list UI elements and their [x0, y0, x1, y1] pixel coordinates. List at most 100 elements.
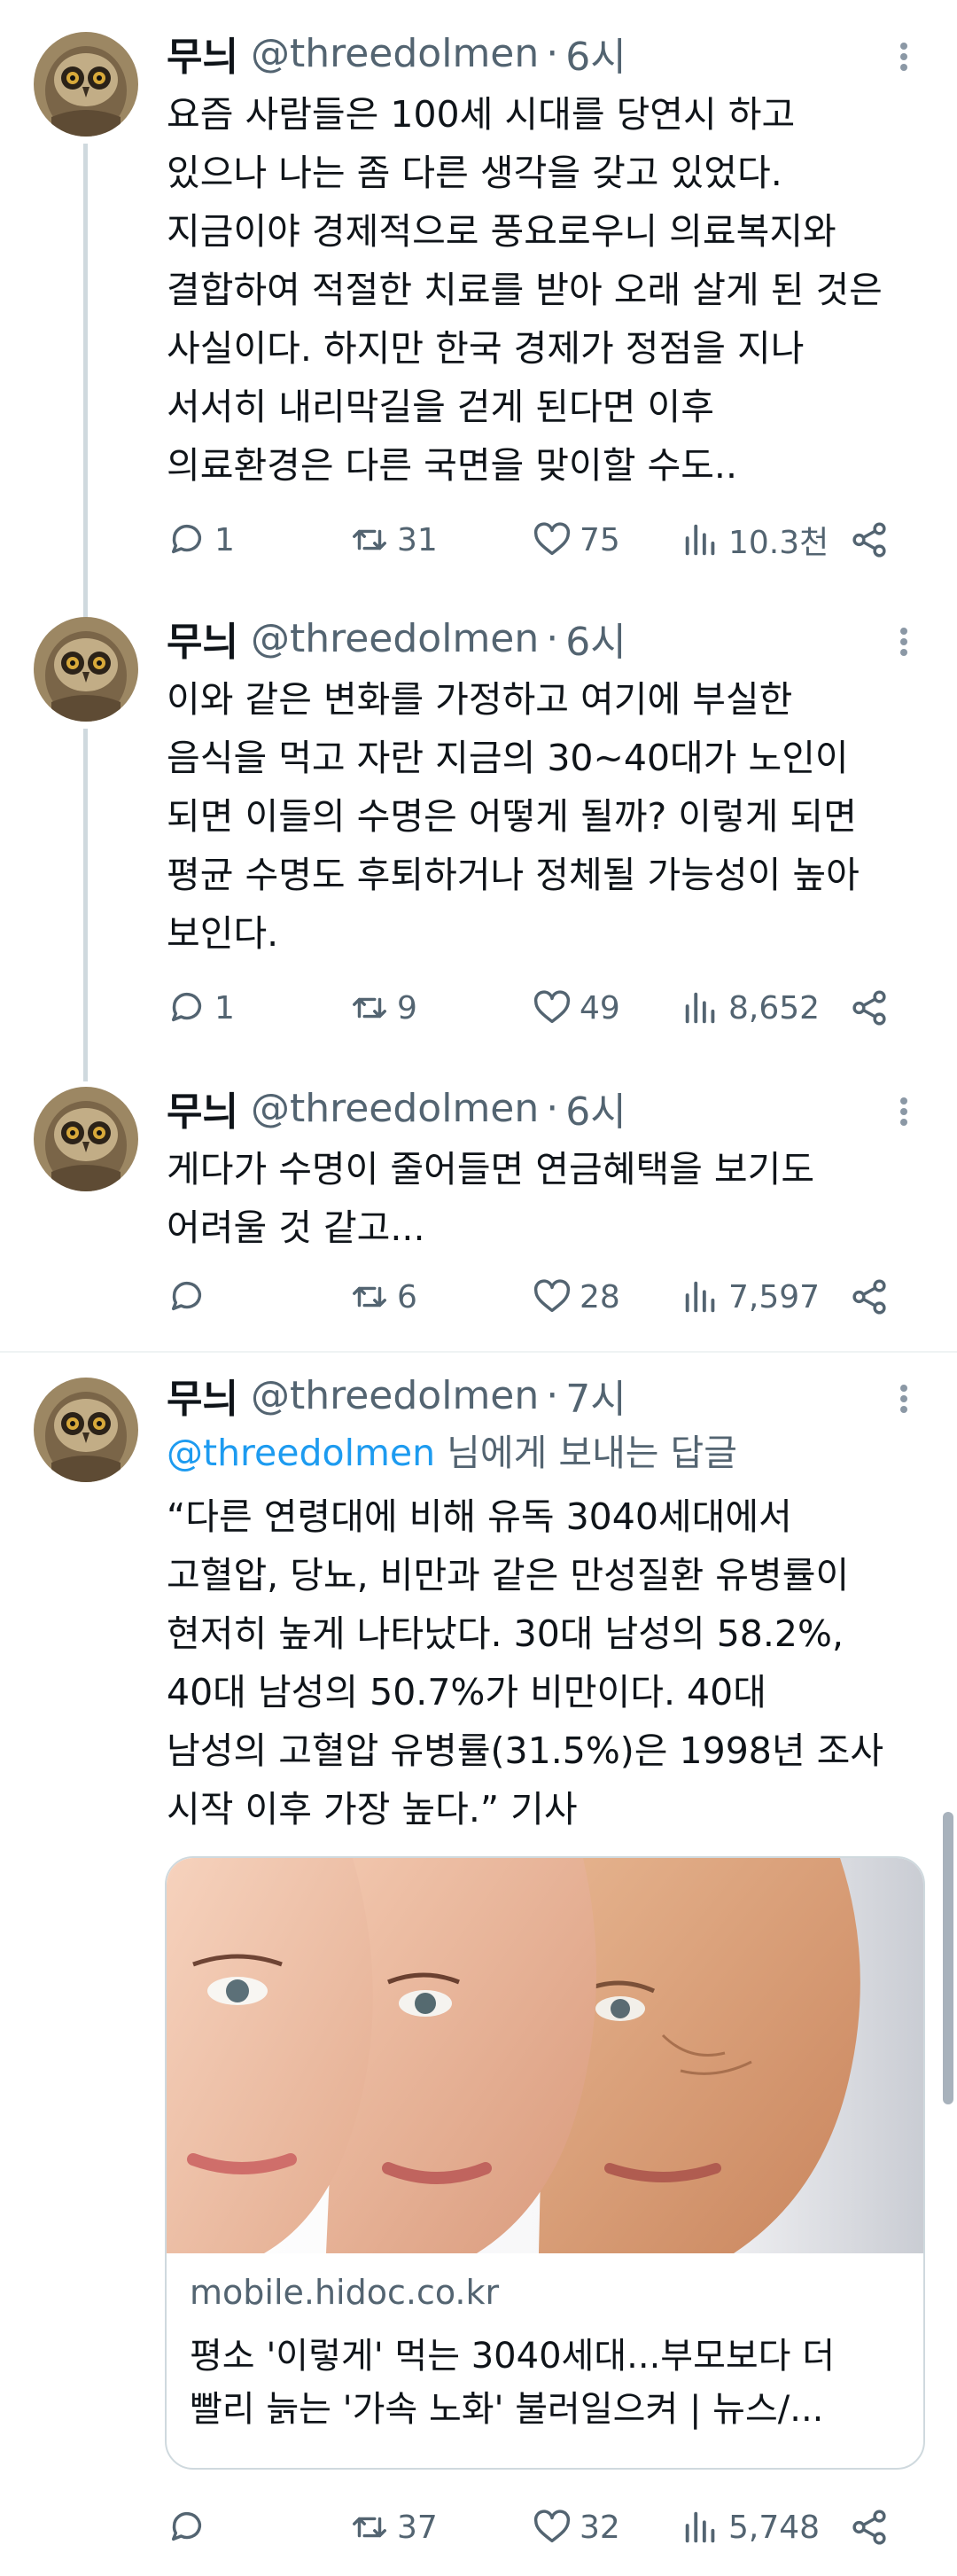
- display-name[interactable]: 무늬: [167, 1080, 238, 1136]
- retweet-button[interactable]: 6: [349, 1266, 417, 1328]
- share-button[interactable]: [849, 2496, 890, 2558]
- tweet-text-line: 결합하여 적절한 치료를 받아 오래 살게 된 것은: [167, 269, 883, 311]
- heart-icon: [533, 990, 571, 1024]
- tweet-text: “다른 연령대에 비해 유독 3040세대에서 고혈압, 당뇨, 비만과 같은 …: [167, 1487, 911, 1838]
- display-name[interactable]: 무늬: [167, 1367, 238, 1424]
- tweet-actions: 37 32 5,748: [167, 2496, 911, 2558]
- card-title-line: 빨리 늙는 '가속 노화' 불러일으켜 | 뉴스/...: [190, 2389, 824, 2430]
- tweet-text-line: 지금이야 경제적으로 풍요로우니 의료복지와: [167, 210, 836, 253]
- user-handle[interactable]: @threedolmen: [251, 1373, 539, 1418]
- like-count: 75: [580, 521, 620, 558]
- views-button[interactable]: 7,597: [681, 1266, 820, 1328]
- tweet[interactable]: 무늬 @threedolmen · 6시 요즘 사람들은 100세 시대를 당연…: [0, 0, 957, 621]
- avatar[interactable]: [34, 617, 138, 722]
- views-chart-icon: [685, 1281, 715, 1313]
- tweet-text-line: “다른 연령대에 비해 유독 3040세대에서: [167, 1495, 792, 1538]
- tweet-header: 무늬 @threedolmen · 6시: [167, 1080, 626, 1136]
- views-chart-icon: [685, 992, 715, 1024]
- reply-button[interactable]: 1: [167, 509, 235, 571]
- retweet-button[interactable]: 31: [349, 509, 438, 571]
- separator-dot: ·: [546, 1085, 559, 1131]
- share-icon: [852, 522, 886, 558]
- tweet-text-line: 평균 수명도 후퇴하거나 정체될 가능성이 높아: [167, 854, 860, 896]
- share-button[interactable]: [849, 977, 890, 1039]
- views-button[interactable]: 8,652: [681, 977, 820, 1039]
- tweet[interactable]: 무늬 @threedolmen · 6시 게다가 수명이 줄어들면 연금혜택을 …: [0, 1055, 957, 1339]
- avatar[interactable]: [34, 1087, 138, 1191]
- tweet-actions: 6 28 7,597: [167, 1266, 911, 1328]
- reply-to-handle-link[interactable]: @threedolmen: [167, 1432, 435, 1474]
- tweet-text-line: 게다가 수명이 줄어들면 연금혜택을 보기도: [167, 1148, 815, 1190]
- reply-button[interactable]: 1: [167, 977, 235, 1039]
- tweet-text-line: 보인다.: [167, 912, 279, 955]
- tweet[interactable]: 무늬 @threedolmen · 6시 이와 같은 변화를 가정하고 여기에 …: [0, 585, 957, 1064]
- tweet-actions: 1 31 75 10.3천: [167, 509, 911, 571]
- more-options-icon[interactable]: [886, 30, 922, 83]
- like-button[interactable]: 28: [532, 1266, 620, 1328]
- timestamp[interactable]: 6시: [565, 1080, 626, 1136]
- reply-count: 1: [214, 989, 235, 1026]
- separator-dot: ·: [546, 615, 559, 661]
- reply-button[interactable]: [167, 2496, 214, 2558]
- reply-icon: [171, 992, 202, 1022]
- heart-icon: [533, 1279, 571, 1313]
- reply-button[interactable]: [167, 1266, 214, 1328]
- retweet-icon: [353, 529, 386, 550]
- views-button[interactable]: 10.3천: [681, 509, 829, 571]
- scrollbar[interactable]: [943, 1812, 953, 2104]
- user-handle[interactable]: @threedolmen: [251, 1086, 539, 1131]
- retweet-button[interactable]: 37: [349, 2496, 438, 2558]
- like-count: 49: [580, 989, 620, 1026]
- more-options-icon[interactable]: [886, 615, 922, 668]
- reply-to-label: 님에게 보내는 답글: [435, 1432, 737, 1474]
- heart-icon: [533, 2510, 571, 2543]
- retweet-icon: [353, 2517, 386, 2538]
- tweet-text-line: 이와 같은 변화를 가정하고 여기에 부실한: [167, 678, 793, 721]
- tweet-text-line: 고혈압, 당뇨, 비만과 같은 만성질환 유병률이: [167, 1554, 850, 1596]
- like-button[interactable]: 32: [532, 2496, 620, 2558]
- more-options-icon[interactable]: [886, 1085, 922, 1138]
- share-icon: [852, 2510, 886, 2545]
- tweet-text-line: 현저히 높게 나타났다. 30대 남성의 58.2%,: [167, 1612, 844, 1655]
- tweet-header: 무늬 @threedolmen · 6시: [167, 25, 626, 82]
- user-handle[interactable]: @threedolmen: [251, 31, 539, 76]
- views-button[interactable]: 5,748: [681, 2496, 820, 2558]
- display-name[interactable]: 무늬: [167, 610, 238, 667]
- view-count: 5,748: [728, 2509, 821, 2546]
- reply-count: 1: [214, 521, 235, 558]
- views-chart-icon: [685, 524, 715, 556]
- separator-dot: ·: [546, 1372, 559, 1418]
- like-button[interactable]: 75: [532, 509, 620, 571]
- reply-icon: [171, 1281, 202, 1311]
- tweet-header: 무늬 @threedolmen · 6시: [167, 610, 626, 667]
- separator-dot: ·: [546, 30, 559, 76]
- retweet-button[interactable]: 9: [349, 977, 417, 1039]
- owl-avatar-image: [34, 32, 138, 137]
- share-icon: [852, 1279, 886, 1315]
- timestamp[interactable]: 7시: [565, 1367, 626, 1424]
- reply-icon: [171, 524, 202, 554]
- timestamp[interactable]: 6시: [565, 610, 626, 667]
- link-preview-card[interactable]: mobile.hidoc.co.kr 평소 '이렇게' 먹는 3040세대...…: [165, 1856, 925, 2470]
- card-title-line: 평소 '이렇게' 먹는 3040세대...부모보다 더: [190, 2336, 835, 2377]
- user-handle[interactable]: @threedolmen: [251, 616, 539, 661]
- retweet-count: 37: [397, 2509, 438, 2546]
- retweet-count: 6: [397, 1278, 417, 1315]
- heart-icon: [533, 522, 571, 556]
- more-options-icon[interactable]: [886, 1372, 922, 1425]
- like-button[interactable]: 49: [532, 977, 620, 1039]
- share-icon: [852, 990, 886, 1026]
- tweet-header: 무늬 @threedolmen · 7시: [167, 1367, 626, 1424]
- share-button[interactable]: [849, 1266, 890, 1328]
- share-button[interactable]: [849, 509, 890, 571]
- views-chart-icon: [685, 2511, 715, 2543]
- timestamp[interactable]: 6시: [565, 25, 626, 82]
- avatar[interactable]: [34, 1378, 138, 1482]
- avatar[interactable]: [34, 32, 138, 137]
- tweet-text-line: 요즘 사람들은 100세 시대를 당연시 하고: [167, 93, 796, 136]
- owl-avatar-image: [34, 1087, 138, 1191]
- card-domain: mobile.hidoc.co.kr: [190, 2273, 500, 2312]
- card-title: 평소 '이렇게' 먹는 3040세대...부모보다 더 빨리 늙는 '가속 노화…: [190, 2330, 907, 2436]
- display-name[interactable]: 무늬: [167, 25, 238, 82]
- like-count: 28: [580, 1278, 620, 1315]
